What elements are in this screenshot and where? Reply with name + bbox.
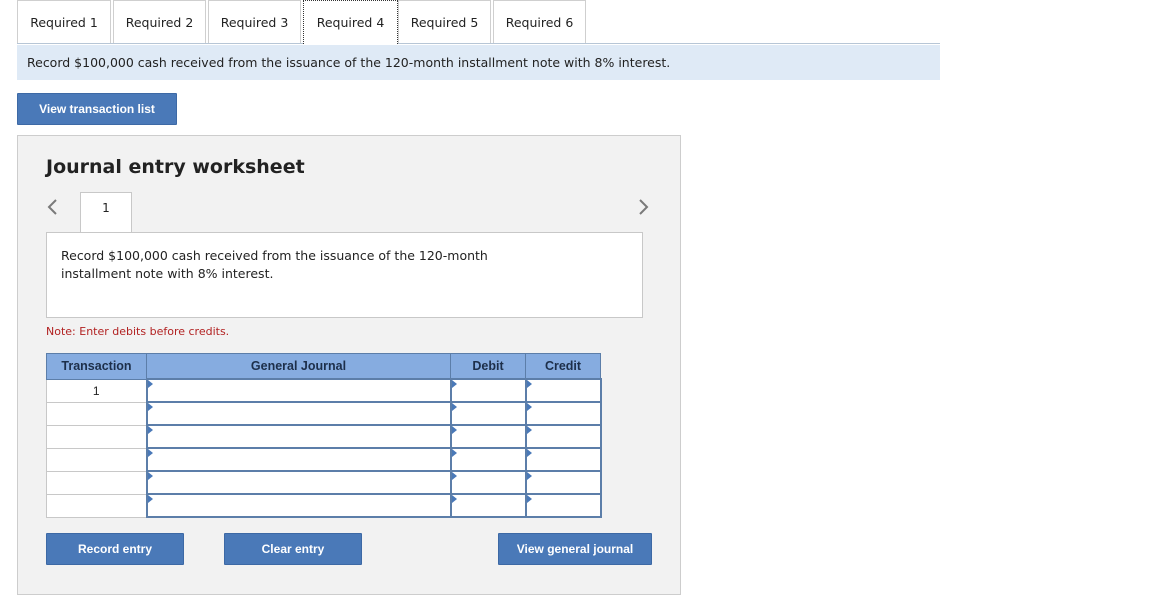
view-transaction-list-button[interactable]: View transaction list: [17, 93, 177, 125]
debit-amount-input[interactable]: [449, 493, 527, 518]
debit-amount-input[interactable]: [449, 447, 527, 472]
dropdown-marker-icon: [147, 449, 153, 457]
credit-amount-input[interactable]: [524, 424, 602, 449]
tab-required-5[interactable]: Required 5: [398, 0, 491, 43]
credit-amount-input[interactable]: [524, 470, 602, 495]
journal-entry-worksheet: Journal entry worksheet 1 Record $100,00…: [17, 135, 681, 595]
instruction-banner: Record $100,000 cash received from the i…: [17, 45, 940, 80]
chevron-left-icon[interactable]: [46, 196, 60, 223]
tab-required-6[interactable]: Required 6: [493, 0, 586, 43]
debits-credits-note: Note: Enter debits before credits.: [46, 325, 230, 338]
record-entry-button[interactable]: Record entry: [46, 533, 184, 565]
credit-amount-input[interactable]: [524, 401, 602, 426]
tab-required-4[interactable]: Required 4: [303, 0, 398, 44]
dropdown-marker-icon: [147, 472, 153, 480]
dropdown-marker-icon: [147, 403, 153, 411]
clear-entry-button[interactable]: Clear entry: [224, 533, 362, 565]
general-journal-account-select[interactable]: [145, 493, 452, 518]
general-journal-account-select[interactable]: [145, 424, 452, 449]
dropdown-marker-icon: [451, 449, 457, 457]
worksheet-title: Journal entry worksheet: [46, 156, 305, 178]
transaction-number-cell: 1: [46, 378, 147, 403]
dropdown-marker-icon: [451, 380, 457, 388]
view-general-journal-button[interactable]: View general journal: [498, 533, 652, 565]
transaction-number-cell: [46, 470, 147, 495]
general-journal-account-select[interactable]: [145, 401, 452, 426]
table-row: [46, 424, 602, 449]
credit-amount-input[interactable]: [524, 493, 602, 518]
dropdown-marker-icon: [451, 426, 457, 434]
table-row: [46, 447, 602, 472]
dropdown-marker-icon: [526, 472, 532, 480]
transaction-number-cell: [46, 493, 147, 518]
dropdown-marker-icon: [526, 449, 532, 457]
general-journal-account-select[interactable]: [145, 470, 452, 495]
transaction-page-tab[interactable]: 1: [80, 192, 132, 232]
dropdown-marker-icon: [526, 403, 532, 411]
table-row: 1: [46, 378, 602, 403]
column-header-transaction: Transaction: [46, 353, 147, 380]
debit-amount-input[interactable]: [449, 378, 527, 403]
transaction-description-text: Record $100,000 cash received from the i…: [61, 248, 488, 281]
dropdown-marker-icon: [451, 495, 457, 503]
dropdown-marker-icon: [147, 495, 153, 503]
transaction-number-cell: [46, 447, 147, 472]
table-row: [46, 493, 602, 518]
column-header-general-journal: General Journal: [146, 353, 451, 380]
debit-amount-input[interactable]: [449, 424, 527, 449]
journal-table: Transaction General Journal Debit Credit…: [46, 353, 602, 518]
transaction-number-cell: [46, 424, 147, 449]
debit-amount-input[interactable]: [449, 401, 527, 426]
debit-amount-input[interactable]: [449, 470, 527, 495]
dropdown-marker-icon: [451, 472, 457, 480]
tab-required-3[interactable]: Required 3: [208, 0, 301, 43]
chevron-right-icon[interactable]: [636, 196, 650, 223]
dropdown-marker-icon: [147, 426, 153, 434]
column-header-debit: Debit: [450, 353, 526, 380]
general-journal-account-select[interactable]: [145, 378, 452, 403]
credit-amount-input[interactable]: [524, 378, 602, 403]
dropdown-marker-icon: [147, 380, 153, 388]
table-row: [46, 470, 602, 495]
tab-required-2[interactable]: Required 2: [113, 0, 206, 43]
required-tabs: Required 1 Required 2 Required 3 Require…: [17, 0, 940, 44]
dropdown-marker-icon: [526, 495, 532, 503]
general-journal-account-select[interactable]: [145, 447, 452, 472]
transaction-number-cell: [46, 401, 147, 426]
transaction-description: Record $100,000 cash received from the i…: [46, 232, 643, 318]
credit-amount-input[interactable]: [524, 447, 602, 472]
column-header-credit: Credit: [525, 353, 601, 380]
dropdown-marker-icon: [451, 403, 457, 411]
dropdown-marker-icon: [526, 380, 532, 388]
table-row: [46, 401, 602, 426]
tab-required-1[interactable]: Required 1: [17, 0, 111, 43]
dropdown-marker-icon: [526, 426, 532, 434]
